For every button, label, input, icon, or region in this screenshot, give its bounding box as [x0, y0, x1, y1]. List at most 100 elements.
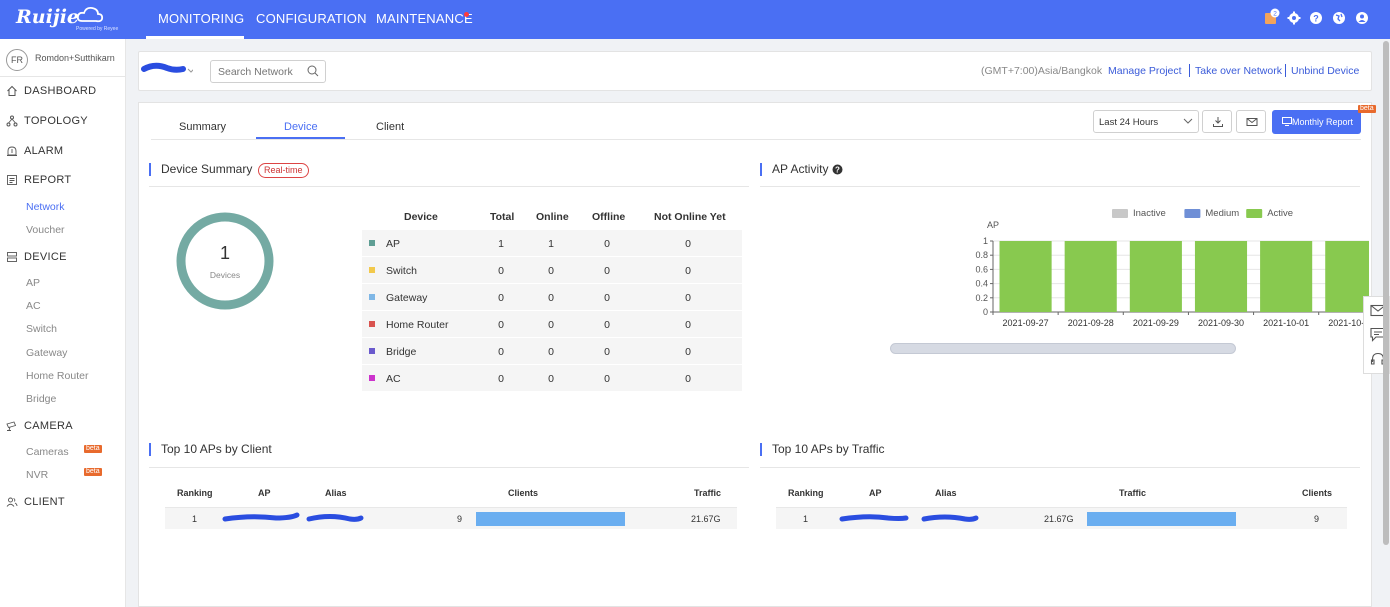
nav-configuration[interactable]: CONFIGURATION [256, 11, 367, 26]
user-profile[interactable]: FR Romdon+Sutthikarn [6, 49, 122, 71]
clients-count: 9 [457, 514, 463, 524]
section-divider [149, 186, 749, 187]
device-type-name: Home Router [386, 319, 449, 331]
redacted-ap-link[interactable] [838, 510, 910, 526]
clients-count: 9 [1314, 514, 1320, 524]
sidebar-item-nvr[interactable]: NVR [26, 469, 48, 481]
device-type-name: Bridge [386, 346, 417, 358]
tab-device[interactable]: Device [284, 121, 318, 133]
legend-swatch [1246, 209, 1263, 218]
sidebar-item-switch[interactable]: Switch [26, 323, 57, 335]
sidebar-item-client[interactable]: CLIENT [24, 496, 65, 508]
sidebar-item-topology[interactable]: TOPOLOGY [24, 115, 88, 127]
monthly-report-button[interactable]: Monthly Report [1272, 110, 1361, 134]
col-clients: Clients [508, 488, 539, 498]
sidebar-item-device[interactable]: DEVICE [24, 251, 67, 263]
download-icon [1213, 117, 1223, 127]
unbind-device-link[interactable]: Unbind Device [1291, 65, 1359, 77]
device-offline-cell: 0 [604, 265, 610, 277]
search-icon[interactable] [307, 65, 319, 77]
device-type-swatch [369, 321, 375, 327]
maintenance-alert-dot [464, 12, 469, 17]
camera-icon [6, 421, 17, 431]
col-ranking: Ranking [788, 488, 824, 498]
device-type-swatch [369, 267, 375, 273]
legend-swatch [1112, 209, 1128, 218]
table-row[interactable]: 1 21.67G 9 [776, 507, 1347, 529]
sidebar-item-report[interactable]: REPORT [24, 174, 71, 186]
sidebar-item-gateway[interactable]: Gateway [26, 347, 67, 359]
device-not-online-cell: 0 [685, 319, 691, 331]
device-total-count: 1 [219, 243, 230, 263]
monitor-icon [1282, 117, 1292, 126]
nav-monitoring[interactable]: MONITORING [158, 11, 244, 26]
col-alias: Alias [325, 488, 347, 498]
traffic-value: 21.67G [1044, 514, 1074, 524]
device-type-swatch [369, 240, 375, 246]
help-circle-icon[interactable]: ? [832, 164, 843, 175]
brand-logo[interactable]: Ruijie [16, 6, 79, 28]
download-button[interactable] [1202, 110, 1232, 133]
col-total: Total [490, 211, 515, 223]
col-online: Online [536, 211, 569, 223]
nav-maintenance[interactable]: MAINTENANCE [376, 11, 473, 26]
traffic-value: 21.67G [691, 514, 721, 524]
legend-label: Medium [1205, 208, 1239, 219]
report-icon [7, 175, 17, 185]
redacted-ap-name [222, 512, 300, 522]
tab-client[interactable]: Client [376, 121, 404, 133]
chart-zoom-slider[interactable] [890, 343, 1236, 354]
device-not-online-cell: 0 [685, 265, 691, 277]
col-clients: Clients [1302, 488, 1333, 498]
chevron-down-icon [1183, 118, 1193, 124]
y-tick-label: 0.8 [975, 250, 988, 260]
sidebar-item-network[interactable]: Network [26, 201, 65, 213]
user-account-icon[interactable] [1355, 11, 1369, 25]
sidebar-item-ac[interactable]: AC [26, 300, 41, 312]
globe-language-icon[interactable] [1332, 11, 1346, 25]
help-icon[interactable]: ? [1309, 11, 1323, 25]
page-scrollbar[interactable] [1383, 41, 1389, 545]
col-ap: AP [869, 488, 882, 498]
device-offline-cell: 0 [604, 346, 610, 358]
table-row[interactable]: 1 9 21.67G [165, 507, 737, 529]
email-button[interactable] [1236, 110, 1266, 133]
sidebar-item-cameras[interactable]: Cameras [26, 446, 69, 458]
take-over-network-link[interactable]: Take over Network [1195, 65, 1282, 77]
y-tick-label: 1 [983, 236, 988, 246]
nvr-beta-badge: beta [84, 468, 102, 476]
device-offline-cell: 0 [604, 292, 610, 304]
manage-project-link[interactable]: Manage Project [1108, 65, 1182, 77]
topology-icon [6, 115, 18, 127]
col-not-online-yet: Not Online Yet [654, 211, 726, 223]
sidebar-item-home-router[interactable]: Home Router [26, 370, 88, 382]
table-row: Bridge 0 0 0 0 [362, 338, 742, 365]
y-tick-label: 0 [983, 307, 988, 317]
sidebar-item-bridge[interactable]: Bridge [26, 393, 56, 405]
device-online-cell: 1 [548, 238, 554, 250]
x-tick-label: 2021-09-27 [1003, 318, 1049, 328]
settings-gear-icon[interactable] [1287, 11, 1301, 25]
legend-label: Active [1267, 208, 1293, 219]
redacted-network-name[interactable] [141, 57, 193, 79]
device-total-cell: 0 [498, 346, 504, 358]
sidebar-item-dashboard[interactable]: DASHBOARD [24, 85, 96, 97]
device-not-online-cell: 0 [685, 373, 691, 385]
legend-swatch [1184, 209, 1201, 218]
sidebar-item-ap[interactable]: AP [26, 277, 40, 289]
sidebar-item-camera[interactable]: CAMERA [24, 420, 73, 432]
timezone-label: (GMT+7:00)Asia/Bangkok [981, 65, 1103, 77]
device-online-cell: 0 [548, 292, 554, 304]
notification-icon[interactable]: 2 [1264, 8, 1280, 25]
sidebar-item-voucher[interactable]: Voucher [26, 224, 65, 236]
device-online-cell: 0 [548, 265, 554, 277]
rank-cell: 1 [803, 514, 809, 524]
device-offline-cell: 0 [604, 373, 610, 385]
col-offline: Offline [592, 211, 626, 223]
sidebar-item-alarm[interactable]: ALARM [24, 145, 63, 157]
alarm-icon [7, 146, 17, 156]
tab-summary[interactable]: Summary [179, 121, 226, 133]
cloud-logo-icon [76, 6, 104, 23]
device-total-cell: 0 [498, 319, 504, 331]
top-aps-by-traffic-title: Top 10 APs by Traffic [760, 443, 885, 456]
